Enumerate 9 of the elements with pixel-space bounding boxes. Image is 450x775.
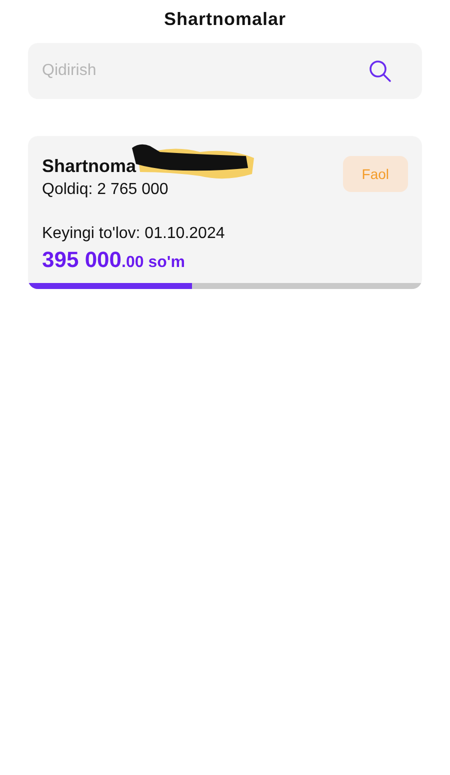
search-field[interactable]: Qidirish <box>28 43 422 99</box>
next-payment-text: Keyingi to'lov: 01.10.2024 <box>41 225 226 243</box>
search-icon[interactable] <box>368 59 392 83</box>
status-badge: Faol <box>342 156 408 192</box>
contract-title: Shartnoma <box>42 156 136 176</box>
balance-text: Qoldiq: 2 765 000 <box>42 181 170 199</box>
payment-amount: 395 000.00 so'm <box>41 247 186 273</box>
page-title: Shartnomalar <box>162 8 288 31</box>
contract-card[interactable]: Shartnoma Qoldiq: 2 765 000 Faol Keyingi to'lov: 01.10.2024 395 000.00 so'm <box>28 136 422 289</box>
